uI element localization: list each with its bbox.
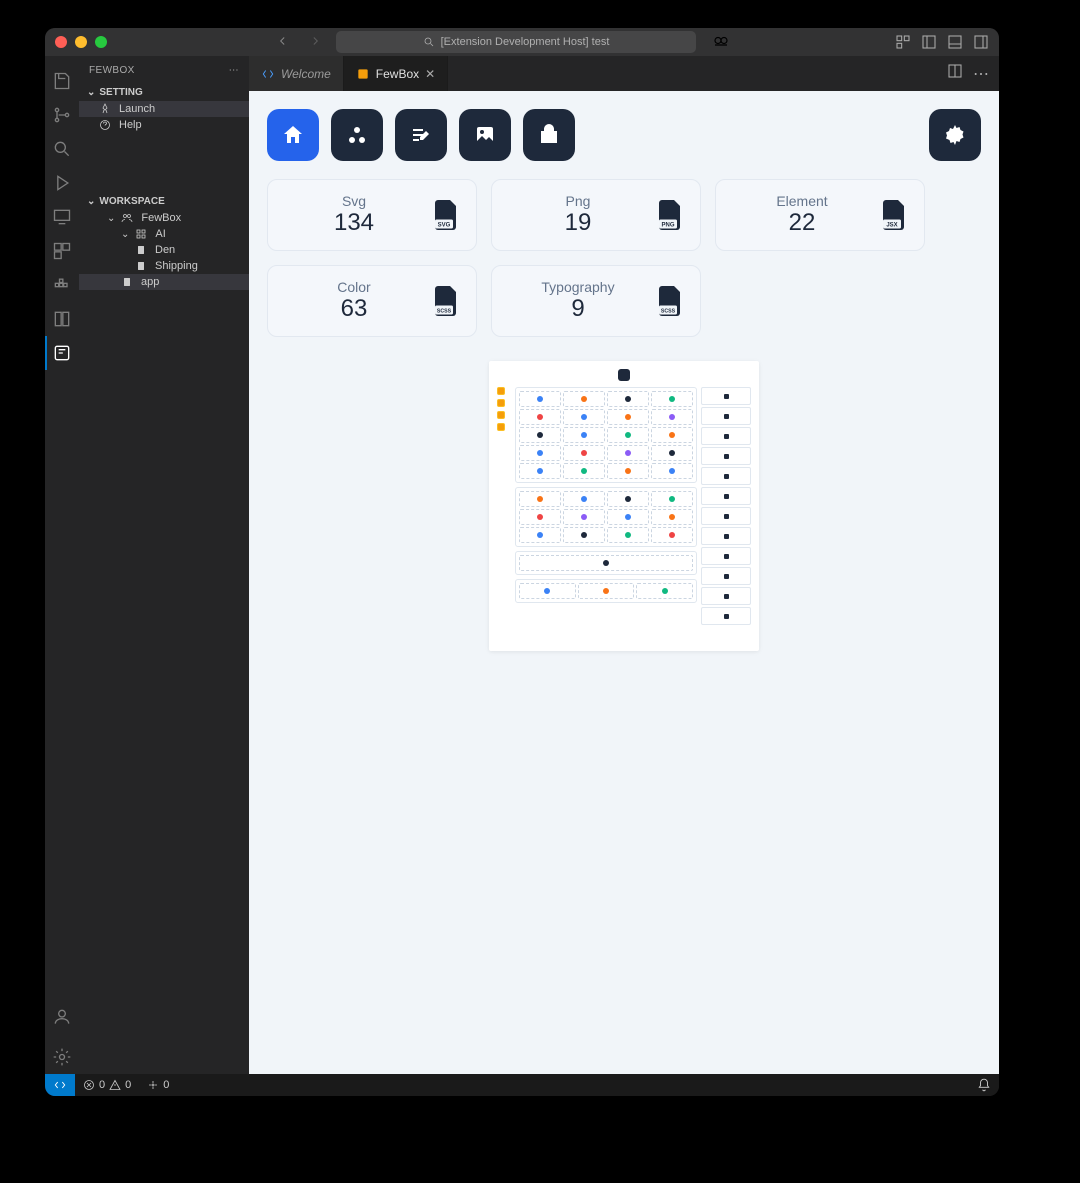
file-scss-icon: SCSS [650, 283, 686, 319]
book-icon[interactable] [45, 302, 79, 336]
svg-text:JSX: JSX [886, 222, 897, 228]
svg-text:SCSS: SCSS [437, 308, 452, 314]
docker-icon[interactable] [45, 268, 79, 302]
toolbar-row [267, 109, 981, 161]
source-control-icon[interactable] [45, 98, 79, 132]
image-tile[interactable] [459, 109, 511, 161]
stat-card-svg[interactable]: Svg 134 SVG [267, 179, 477, 251]
close-window-button[interactable] [55, 36, 67, 48]
svg-text:SVG: SVG [438, 222, 451, 228]
file-png-icon: PNG [650, 197, 686, 233]
file-svg-icon: SVG [426, 197, 462, 233]
workspace-file-shipping[interactable]: Shipping [79, 258, 249, 274]
titlebar: [Extension Development Host] test [45, 28, 999, 56]
toggle-secondary-sidebar-icon[interactable] [973, 34, 989, 50]
activity-bar [45, 56, 79, 1074]
stat-card-typography[interactable]: Typography 9 SCSS [491, 265, 701, 337]
stat-card-png[interactable]: Png 19 PNG [491, 179, 701, 251]
fewbox-content: Svg 134 SVG Png 19 PNG E [249, 91, 999, 1074]
nav-back-button[interactable] [272, 32, 294, 53]
stat-card-grid: Svg 134 SVG Png 19 PNG E [267, 179, 981, 337]
bag-tile[interactable] [523, 109, 575, 161]
remote-button[interactable] [45, 1074, 75, 1096]
status-bar: 0 0 0 [45, 1074, 999, 1096]
layout-customise-icon[interactable] [895, 34, 911, 50]
panel-more-icon[interactable]: ⋯ [229, 65, 239, 76]
tab-bar: Welcome FewBox ✕ ⋯ [249, 56, 999, 91]
tab-more-icon[interactable]: ⋯ [973, 64, 989, 84]
stat-card-color[interactable]: Color 63 SCSS [267, 265, 477, 337]
edit-tile[interactable] [395, 109, 447, 161]
nav-forward-button[interactable] [304, 32, 326, 53]
file-icon [121, 276, 135, 288]
window-controls [55, 36, 107, 48]
file-icon [135, 260, 149, 272]
search-text: [Extension Development Host] test [441, 36, 610, 48]
setting-item-help[interactable]: Help [79, 117, 249, 133]
workspace-section-header[interactable]: ⌄WORKSPACE [79, 193, 249, 210]
help-icon [99, 119, 113, 131]
account-icon[interactable] [45, 1000, 79, 1034]
setting-item-launch[interactable]: Launch [79, 101, 249, 117]
file-jsx-icon: JSX [874, 197, 910, 233]
split-editor-icon[interactable] [947, 63, 963, 84]
workspace-root[interactable]: ⌄ FewBox [79, 210, 249, 226]
settings-tile[interactable] [929, 109, 981, 161]
stat-card-element[interactable]: Element 22 JSX [715, 179, 925, 251]
side-panel: FEWBOX ⋯ ⌄SETTING Launch Help ⌄WORKSPACE… [79, 56, 249, 1074]
file-scss-icon: SCSS [426, 283, 462, 319]
workspace-folder-ai[interactable]: ⌄ AI [79, 226, 249, 242]
tab-fewbox[interactable]: FewBox ✕ [344, 56, 448, 91]
grid-icon [135, 228, 149, 240]
toggle-panel-icon[interactable] [947, 34, 963, 50]
preview-thumbnail [489, 361, 759, 651]
search-icon[interactable] [45, 132, 79, 166]
copilot-icon[interactable] [712, 33, 730, 51]
settings-gear-icon[interactable] [45, 1040, 79, 1074]
home-tile[interactable] [267, 109, 319, 161]
maximize-window-button[interactable] [95, 36, 107, 48]
svg-text:PNG: PNG [661, 222, 674, 228]
errors-warnings[interactable]: 0 0 [75, 1079, 139, 1091]
notifications-icon[interactable] [969, 1078, 999, 1092]
minimize-window-button[interactable] [75, 36, 87, 48]
command-center-search[interactable]: [Extension Development Host] test [336, 31, 696, 53]
ports[interactable]: 0 [139, 1079, 177, 1091]
toggle-primary-sidebar-icon[interactable] [921, 34, 937, 50]
remote-explorer-icon[interactable] [45, 200, 79, 234]
svg-text:SCSS: SCSS [661, 308, 676, 314]
workspace-file-app[interactable]: app [79, 274, 249, 290]
explorer-icon[interactable] [45, 64, 79, 98]
close-tab-icon[interactable]: ✕ [425, 67, 435, 81]
tab-welcome[interactable]: Welcome [249, 56, 344, 91]
extensions-icon[interactable] [45, 234, 79, 268]
shapes-tile[interactable] [331, 109, 383, 161]
people-icon [121, 212, 135, 224]
fewbox-icon[interactable] [45, 336, 79, 370]
panel-title: FEWBOX [89, 65, 135, 76]
workspace-file-den[interactable]: Den [79, 242, 249, 258]
run-debug-icon[interactable] [45, 166, 79, 200]
file-icon [135, 244, 149, 256]
setting-section-header[interactable]: ⌄SETTING [79, 84, 249, 101]
rocket-icon [99, 103, 113, 115]
